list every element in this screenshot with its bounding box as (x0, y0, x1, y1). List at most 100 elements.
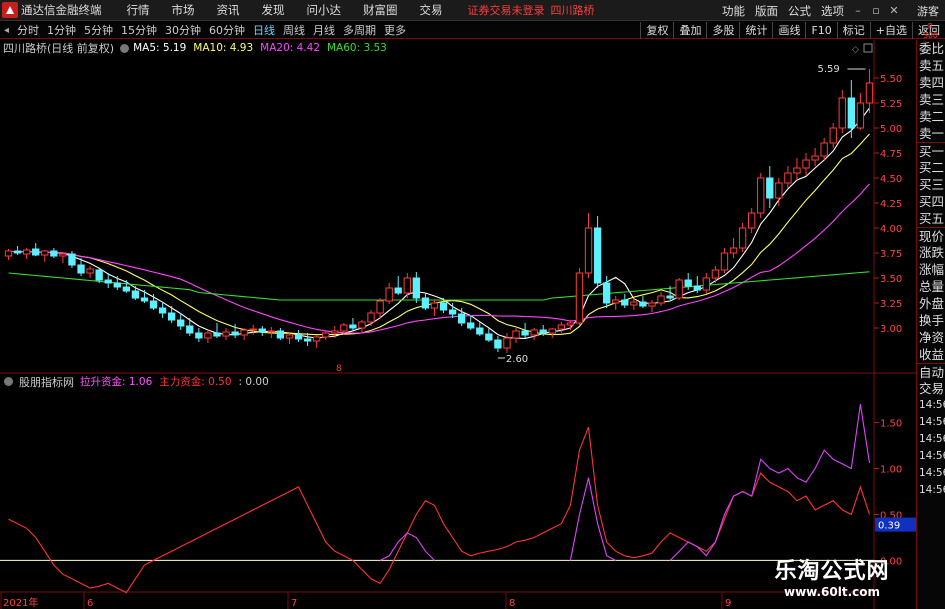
candle-body[interactable] (711, 269, 720, 279)
sidebar-item-25[interactable]: 14:56 (917, 465, 945, 482)
candle-body[interactable] (204, 332, 212, 339)
sidebar-item-16[interactable]: 换手 (917, 312, 945, 329)
sidebar-item-9[interactable]: 买四 (917, 193, 945, 210)
candle-body[interactable] (865, 82, 874, 104)
candle-body[interactable] (847, 97, 856, 129)
candle-body[interactable] (738, 227, 747, 249)
candle-body[interactable] (213, 332, 221, 337)
period-1min[interactable]: 1分钟 (43, 22, 80, 38)
candle-body[interactable] (494, 339, 502, 349)
period-15min[interactable]: 15分钟 (117, 22, 161, 38)
candle-body[interactable] (621, 299, 629, 306)
f10-button[interactable]: F10 (805, 22, 836, 39)
candle-body[interactable] (22, 249, 31, 255)
candle-body[interactable] (566, 322, 575, 326)
sidebar-item-5[interactable]: 卖一 (917, 125, 945, 142)
period-60min[interactable]: 60分钟 (205, 22, 249, 38)
candle-body[interactable] (367, 312, 375, 323)
candle-body[interactable] (675, 279, 683, 299)
candle-body[interactable] (340, 324, 348, 332)
candle-body[interactable] (521, 330, 529, 336)
menu-options[interactable]: 选项 (816, 3, 849, 19)
add-watchlist-button[interactable]: +自选 (869, 22, 912, 39)
candle-body[interactable] (331, 330, 339, 334)
menu-layout[interactable]: 版面 (750, 3, 783, 19)
candle-body[interactable] (720, 252, 729, 271)
candle-body[interactable] (575, 272, 584, 324)
candle-body[interactable] (648, 302, 656, 307)
candle-body[interactable] (195, 332, 203, 339)
candle-body[interactable] (95, 269, 103, 281)
candle-body[interactable] (530, 329, 538, 336)
candle-body[interactable] (50, 250, 58, 257)
sidebar-item-22[interactable]: 14:56 (917, 414, 945, 431)
sidebar-item-26[interactable]: 14:56 (917, 482, 945, 499)
menu-news[interactable]: 资讯 (206, 2, 251, 18)
candle-body[interactable] (276, 330, 285, 339)
event-marker[interactable]: 8 (336, 364, 342, 374)
sidebar-item-1[interactable]: 卖五 (917, 57, 945, 74)
candle-body[interactable] (122, 286, 131, 292)
candle-body[interactable] (77, 264, 85, 274)
candle-body[interactable] (267, 330, 276, 333)
candle-body[interactable] (86, 268, 94, 274)
candle-body[interactable] (240, 329, 248, 336)
sidebar-item-10[interactable]: 买五 (917, 210, 945, 227)
period-30min[interactable]: 30分钟 (161, 22, 205, 38)
candle-body[interactable] (303, 338, 312, 342)
candle-body[interactable] (476, 327, 484, 335)
candle-body[interactable] (376, 300, 384, 314)
candle-body[interactable] (539, 329, 547, 334)
candle-body[interactable] (131, 290, 140, 299)
candle-body[interactable] (41, 250, 49, 256)
candle-body[interactable] (684, 279, 692, 287)
sidebar-item-3[interactable]: 卖三 (917, 91, 945, 108)
sidebar-item-19[interactable]: 自动 (917, 363, 945, 380)
indicator-settings-icon[interactable] (4, 377, 13, 386)
candle-body[interactable] (747, 212, 756, 229)
candle-body[interactable] (467, 322, 475, 329)
menu-trade[interactable]: 交易 (409, 2, 454, 18)
candle-body[interactable] (68, 253, 76, 266)
candle-body[interactable] (421, 297, 430, 309)
candle-body[interactable] (584, 227, 593, 274)
sidebar-item-13[interactable]: 涨幅 (917, 261, 945, 278)
sidebar-item-20[interactable]: 交易 (917, 380, 945, 397)
candle-body[interactable] (258, 328, 266, 333)
candle-body[interactable] (403, 277, 411, 294)
candle-body[interactable] (385, 287, 393, 302)
candle-body[interactable] (104, 279, 112, 284)
candle-body[interactable] (802, 159, 810, 169)
candle-body[interactable] (412, 277, 421, 299)
candle-body[interactable] (612, 299, 620, 304)
period-weekly[interactable]: 周线 (279, 22, 309, 38)
candle-body[interactable] (158, 307, 167, 314)
candle-body[interactable] (231, 331, 239, 336)
maximize-icon[interactable]: ▫ (867, 4, 885, 17)
menu-discover[interactable]: 发现 (251, 2, 296, 18)
sidebar-item-2[interactable]: 卖四 (917, 74, 945, 91)
candle-body[interactable] (149, 300, 158, 309)
multi-stock-button[interactable]: 多股 (706, 22, 739, 39)
menu-wealth[interactable]: 财富圈 (352, 2, 409, 18)
statistics-button[interactable]: 统计 (739, 22, 772, 39)
chart-canvas[interactable]: 5.50 5.25 5.00 4.75 4.50 4.25 4.00 3.75 3.50 3.25… (0, 40, 916, 609)
candle-body[interactable] (557, 324, 566, 330)
candle-body[interactable] (793, 167, 801, 174)
candle-body[interactable] (294, 334, 303, 340)
candle-body[interactable] (757, 177, 765, 214)
sidebar-item-23[interactable]: 14:56 (917, 431, 945, 448)
candle-body[interactable] (630, 301, 638, 306)
candle-body[interactable] (222, 331, 230, 337)
sidebar-item-4[interactable]: 卖二 (917, 108, 945, 125)
candle-body[interactable] (13, 250, 22, 254)
candle-body[interactable] (602, 282, 611, 304)
sidebar-item-18[interactable]: 收益 (917, 346, 945, 363)
candle-body[interactable] (784, 172, 792, 184)
sidebar-item-14[interactable]: 总量 (917, 278, 945, 295)
period-tick[interactable]: 分时 (13, 22, 43, 38)
candle-body[interactable] (820, 142, 828, 157)
period-monthly[interactable]: 月线 (309, 22, 339, 38)
indicator-name[interactable]: 股朋指标网 (19, 374, 74, 390)
restore-icon[interactable] (863, 43, 873, 53)
